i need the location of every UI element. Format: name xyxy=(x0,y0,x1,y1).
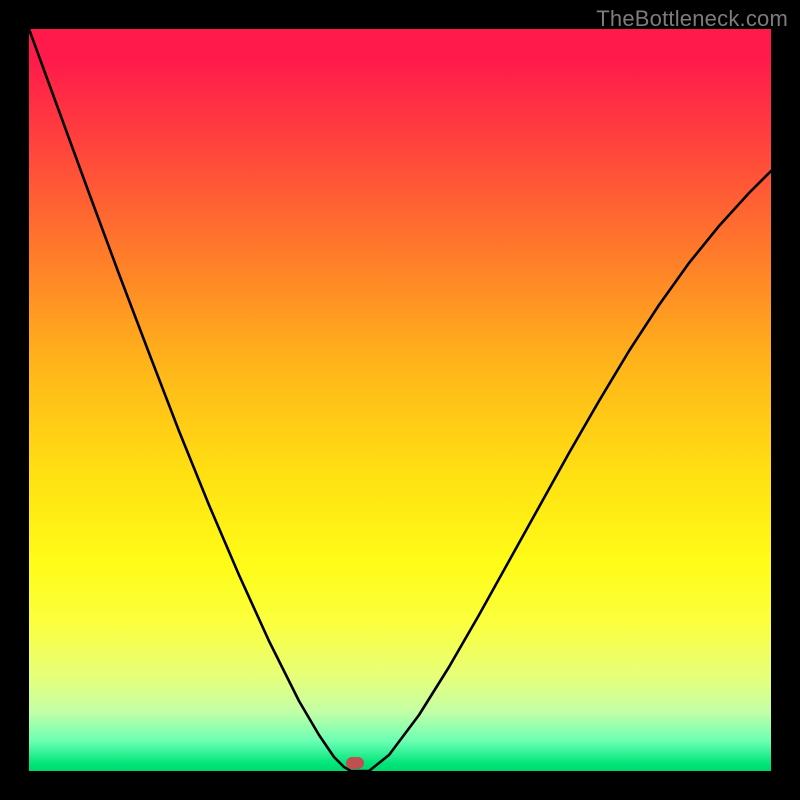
chart-frame: TheBottleneck.com xyxy=(0,0,800,800)
watermark-text: TheBottleneck.com xyxy=(596,6,788,32)
optimal-marker xyxy=(346,757,364,769)
gradient-plot-area xyxy=(29,29,771,771)
